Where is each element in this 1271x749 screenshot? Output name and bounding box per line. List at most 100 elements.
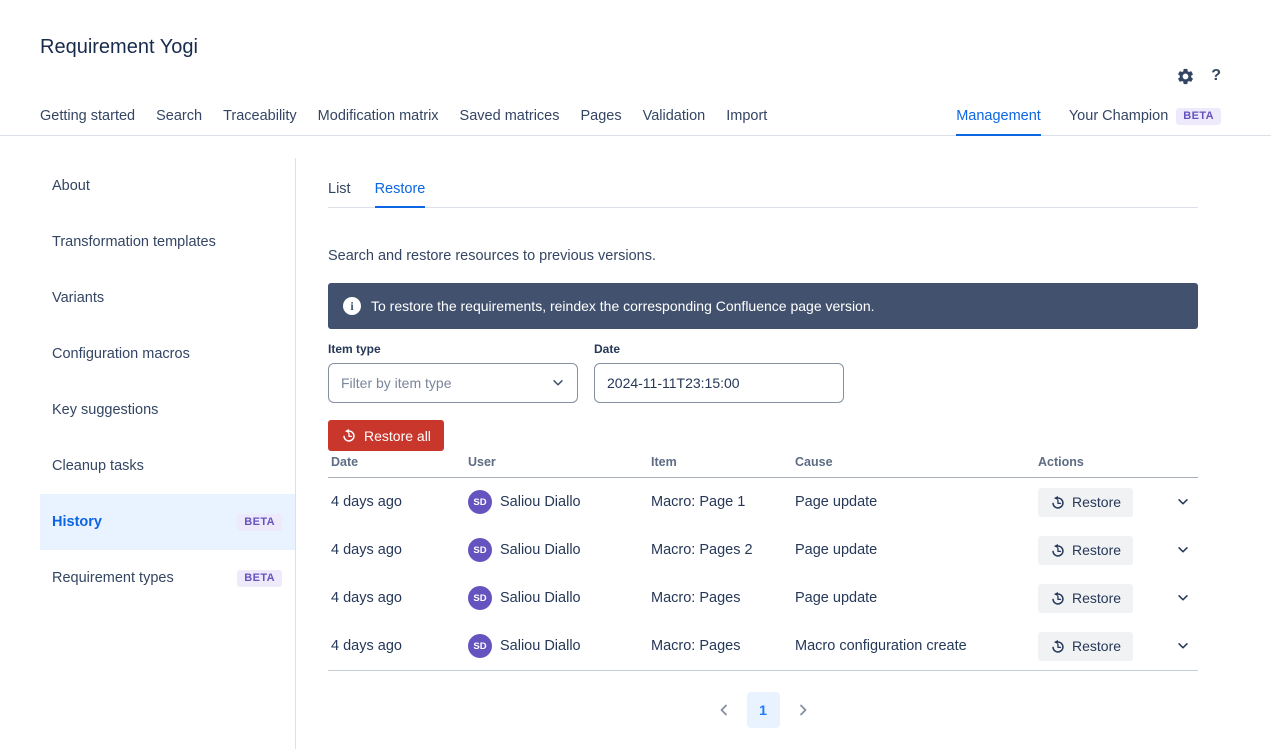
nav-left-group: Getting started Search Traceability Modi… — [40, 108, 767, 135]
avatar: SD — [468, 586, 492, 610]
restore-button[interactable]: Restore — [1038, 488, 1133, 517]
sidebar-item-requirement-types[interactable]: Requirement types BETA — [40, 550, 295, 606]
cell-item: Macro: Page 1 — [648, 494, 792, 510]
cell-user: SD Saliou Diallo — [465, 586, 648, 610]
sidebar-item-label: Key suggestions — [52, 402, 158, 418]
cell-item: Macro: Pages — [648, 590, 792, 606]
table-row: 4 days ago SD Saliou Diallo Macro: Pages… — [328, 526, 1198, 574]
page-header: Requirement Yogi ? — [0, 0, 1271, 58]
pagination: 1 — [328, 692, 1198, 728]
nav-tab-validation[interactable]: Validation — [643, 108, 706, 135]
cell-actions: Restore — [1035, 536, 1198, 565]
sidebar-item-variants[interactable]: Variants — [40, 270, 295, 326]
nav-tab-your-champion[interactable]: Your Champion BETA — [1069, 108, 1221, 135]
nav-tab-management[interactable]: Management — [956, 108, 1041, 135]
column-header-actions: Actions — [1035, 455, 1198, 477]
nav-right-group: Management Your Champion BETA — [956, 108, 1221, 135]
cell-date: 4 days ago — [328, 542, 465, 558]
nav-tab-modification-matrix[interactable]: Modification matrix — [318, 108, 439, 135]
history-icon — [1050, 591, 1065, 606]
chevron-down-icon[interactable] — [1176, 495, 1190, 509]
nav-tab-traceability[interactable]: Traceability — [223, 108, 297, 135]
cell-date: 4 days ago — [328, 590, 465, 606]
sidebar-item-label: Variants — [52, 290, 104, 306]
table-row: 4 days ago SD Saliou Diallo Macro: Page … — [328, 478, 1198, 526]
sidebar-item-transformation-templates[interactable]: Transformation templates — [40, 214, 295, 270]
page-number-button[interactable]: 1 — [747, 692, 780, 728]
cell-cause: Page update — [792, 590, 1035, 606]
history-table: Date User Item Cause Actions 4 days ago … — [328, 455, 1198, 671]
sidebar-item-label: Requirement types — [52, 570, 174, 586]
restore-all-button[interactable]: Restore all — [328, 420, 444, 451]
chevron-down-icon[interactable] — [1176, 591, 1190, 605]
item-type-select[interactable]: Filter by item type — [328, 363, 578, 403]
info-banner: i To restore the requirements, reindex t… — [328, 283, 1198, 329]
cell-actions: Restore — [1035, 584, 1198, 613]
date-field: Date — [594, 342, 844, 403]
history-icon — [1050, 639, 1065, 654]
table-header-row: Date User Item Cause Actions — [328, 455, 1198, 478]
sidebar-item-about[interactable]: About — [40, 158, 295, 214]
restore-all-label: Restore all — [364, 428, 431, 444]
cell-user: SD Saliou Diallo — [465, 634, 648, 658]
cell-date: 4 days ago — [328, 638, 465, 654]
chevron-down-icon — [551, 376, 565, 390]
chevron-left-icon[interactable] — [716, 702, 732, 718]
nav-tab-saved-matrices[interactable]: Saved matrices — [460, 108, 560, 135]
sidebar-item-label: Configuration macros — [52, 346, 190, 362]
restore-button[interactable]: Restore — [1038, 584, 1133, 613]
cell-item: Macro: Pages 2 — [648, 542, 792, 558]
user-name: Saliou Diallo — [500, 590, 581, 606]
sidebar-item-history[interactable]: History BETA — [40, 494, 295, 550]
restore-button[interactable]: Restore — [1038, 536, 1133, 565]
info-icon: i — [343, 297, 361, 315]
tab-restore[interactable]: Restore — [375, 181, 426, 207]
filter-form: Item type Filter by item type Date — [328, 342, 1198, 403]
help-icon[interactable]: ? — [1211, 67, 1221, 85]
avatar: SD — [468, 634, 492, 658]
sidebar-item-label: Transformation templates — [52, 234, 216, 250]
table-row: 4 days ago SD Saliou Diallo Macro: Pages… — [328, 622, 1198, 670]
cell-cause: Page update — [792, 494, 1035, 510]
cell-cause: Page update — [792, 542, 1035, 558]
sidebar-item-cleanup-tasks[interactable]: Cleanup tasks — [40, 438, 295, 494]
history-icon — [1050, 543, 1065, 558]
date-label: Date — [594, 342, 844, 356]
chevron-down-icon[interactable] — [1176, 639, 1190, 653]
restore-button[interactable]: Restore — [1038, 632, 1133, 661]
avatar: SD — [468, 490, 492, 514]
cell-user: SD Saliou Diallo — [465, 538, 648, 562]
user-name: Saliou Diallo — [500, 638, 581, 654]
sidebar-item-configuration-macros[interactable]: Configuration macros — [40, 326, 295, 382]
column-header-user: User — [465, 455, 648, 477]
date-input[interactable] — [594, 363, 844, 403]
cell-actions: Restore — [1035, 488, 1198, 517]
sidebar-item-label: About — [52, 178, 90, 194]
history-icon — [1050, 495, 1065, 510]
cell-user: SD Saliou Diallo — [465, 490, 648, 514]
sidebar-item-key-suggestions[interactable]: Key suggestions — [40, 382, 295, 438]
nav-tab-your-champion-label: Your Champion — [1069, 108, 1168, 124]
nav-tab-search[interactable]: Search — [156, 108, 202, 135]
nav-tab-import[interactable]: Import — [726, 108, 767, 135]
restore-label: Restore — [1072, 590, 1121, 606]
sidebar-item-label: History — [52, 514, 102, 530]
chevron-right-icon[interactable] — [795, 702, 811, 718]
cell-date: 4 days ago — [328, 494, 465, 510]
user-name: Saliou Diallo — [500, 494, 581, 510]
column-header-date: Date — [328, 455, 465, 477]
column-header-cause: Cause — [792, 455, 1035, 477]
table-row: 4 days ago SD Saliou Diallo Macro: Pages… — [328, 574, 1198, 622]
tab-list[interactable]: List — [328, 181, 351, 207]
top-navigation: Getting started Search Traceability Modi… — [0, 108, 1271, 136]
chevron-down-icon[interactable] — [1176, 543, 1190, 557]
item-type-placeholder: Filter by item type — [341, 375, 451, 391]
beta-badge: BETA — [1176, 108, 1221, 125]
restore-label: Restore — [1072, 494, 1121, 510]
settings-gear-icon[interactable] — [1175, 66, 1195, 86]
nav-tab-pages[interactable]: Pages — [580, 108, 621, 135]
cell-item: Macro: Pages — [648, 638, 792, 654]
content-tabs: List Restore — [328, 181, 1198, 208]
sidebar: About Transformation templates Variants … — [0, 158, 296, 749]
nav-tab-getting-started[interactable]: Getting started — [40, 108, 135, 135]
